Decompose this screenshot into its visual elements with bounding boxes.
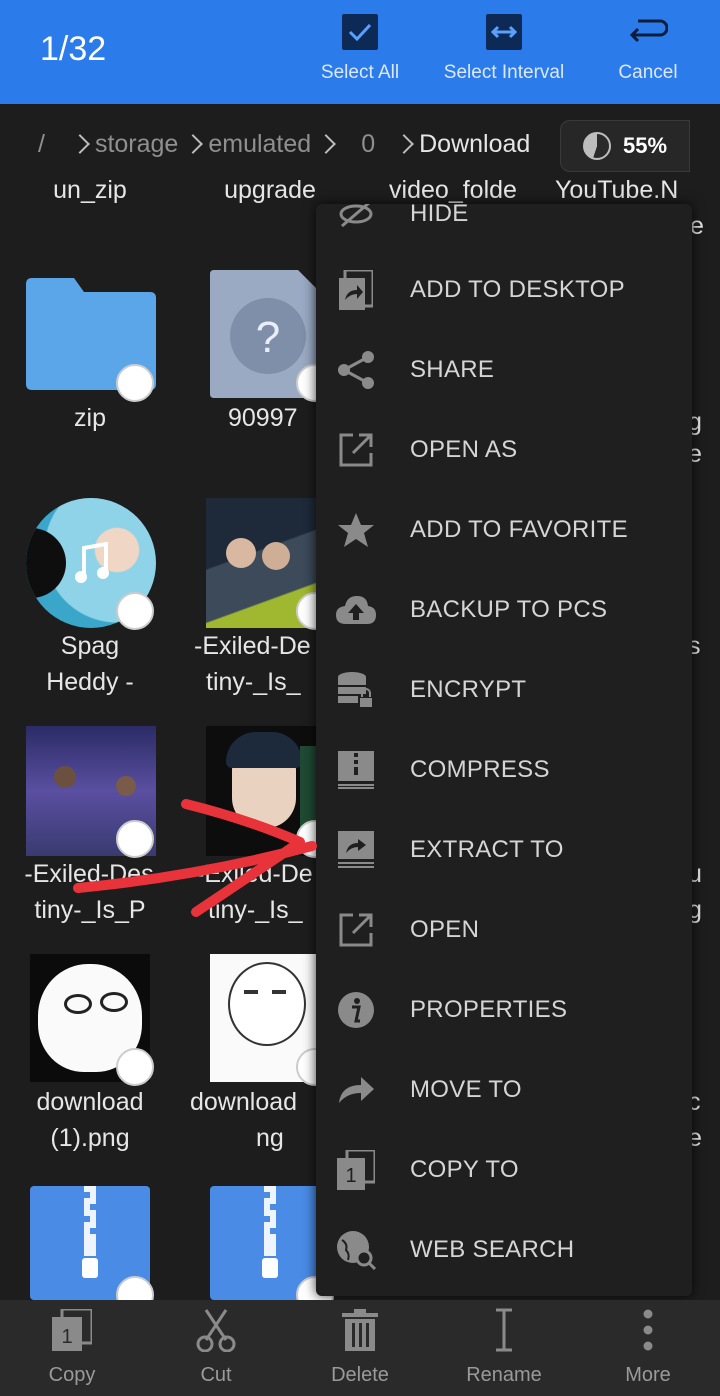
- copy-label: Copy: [48, 1364, 96, 1386]
- copy-button[interactable]: 1 Copy: [12, 1300, 132, 1396]
- svg-text:1: 1: [61, 1326, 72, 1348]
- more-vertical-icon: [626, 1308, 670, 1352]
- cut-button[interactable]: Cut: [156, 1300, 276, 1396]
- copy-icon: 1: [50, 1308, 94, 1352]
- annotation-arrow: [73, 799, 317, 917]
- rename-button[interactable]: Rename: [444, 1300, 564, 1396]
- delete-label: Delete: [331, 1364, 389, 1386]
- text-cursor-icon: [482, 1308, 526, 1352]
- more-button[interactable]: More: [588, 1300, 708, 1396]
- delete-button[interactable]: Delete: [300, 1300, 420, 1396]
- bottom-action-bar: 1 Copy Cut Delete Rename More: [0, 1300, 720, 1396]
- trash-icon: [338, 1308, 382, 1352]
- scissors-icon: [194, 1308, 238, 1352]
- cut-label: Cut: [200, 1364, 232, 1386]
- rename-label: Rename: [466, 1364, 542, 1386]
- more-label: More: [625, 1364, 671, 1386]
